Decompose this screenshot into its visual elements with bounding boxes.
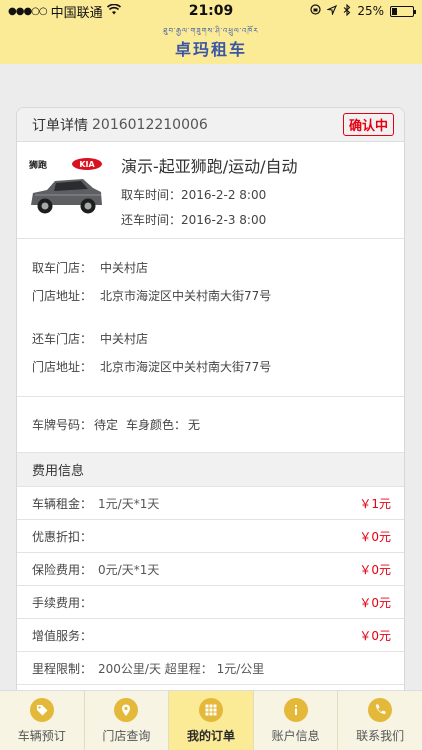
bluetooth-icon — [343, 3, 351, 19]
tab-tag[interactable]: 车辆预订 — [0, 691, 85, 750]
fee-row: 优惠折扣： ￥0元 — [17, 520, 404, 553]
orientation-lock-icon — [310, 4, 321, 18]
fee-amount: ￥0元 — [359, 562, 391, 577]
car-color-value: 无 — [188, 418, 201, 432]
plate-value: 待定 — [94, 418, 119, 432]
car-image: 狮跑 KIA — [25, 155, 107, 225]
fee-list: 车辆租金： 1元/天*1天 ￥1元 优惠折扣： ￥0元 保险费用： 0元/天*1天 ￥0元 手续… — [17, 487, 404, 718]
return-store-value: 中关村店 — [100, 332, 149, 346]
fee-detail: 200公里/天 超里程： 1元/公里 — [98, 661, 265, 676]
signal-strength-icon: ●●●○○ — [8, 5, 48, 17]
tab-label: 我的订单 — [186, 728, 235, 743]
grid-icon — [198, 697, 223, 722]
pickup-address-value: 北京市海淀区中关村南大街77号 — [100, 289, 272, 303]
return-address-label: 门店地址： — [32, 360, 93, 374]
tab-label: 联系我们 — [356, 728, 405, 743]
pickup-address-label: 门店地址： — [32, 289, 93, 303]
fee-label: 车辆租金： — [32, 496, 93, 511]
fee-row: 车辆租金： 1元/天*1天 ￥1元 — [17, 487, 404, 520]
location-arrow-icon — [326, 4, 338, 18]
tab-location-pin[interactable]: 门店查询 — [85, 691, 170, 750]
fee-row: 手续费用： ￥0元 — [17, 586, 404, 619]
car-brand-cn: 狮跑 — [28, 159, 47, 171]
app-header: ཐུབ་རྒྱལ་གཟུགས་ཤི་འཕྲུལ་འཁོར 卓玛租车 — [0, 22, 422, 64]
carrier-label: 中国联通 — [50, 5, 103, 21]
order-detail-card: 订单详情 2016012210006 确认中 狮跑 KIA 演示-起亚狮跑/运动… — [16, 107, 405, 747]
pickup-time: 取车时间：2016-2-2 8:00 — [121, 187, 267, 202]
order-detail-label: 订单详情 — [32, 117, 88, 134]
clock: 21:09 — [188, 3, 234, 19]
bottom-tab-bar: 车辆预订 门店查询 我的订单 账户信息 联系我们 — [0, 690, 422, 750]
order-status-badge: 确认中 — [342, 113, 394, 136]
fee-label: 增值服务： — [32, 628, 93, 643]
return-address-value: 北京市海淀区中关村南大街77号 — [100, 360, 272, 374]
fee-amount: ￥0元 — [359, 529, 391, 544]
tab-phone[interactable]: 联系我们 — [338, 691, 422, 750]
fee-label: 手续费用： — [32, 595, 93, 610]
order-number: 2016012210006 — [92, 116, 208, 133]
fee-label: 优惠折扣： — [32, 529, 93, 544]
fee-label: 保险费用： — [32, 562, 93, 577]
wifi-icon — [106, 3, 121, 19]
status-bar: ●●●○○ 中国联通 21:09 25% — [0, 0, 422, 22]
order-header: 订单详情 2016012210006 确认中 — [17, 108, 404, 142]
battery-percent: 25% — [357, 4, 384, 18]
plate-info: 车牌号码： 待定 车身颜色： 无 — [17, 397, 404, 453]
fee-label: 里程限制： — [32, 661, 93, 676]
tab-info[interactable]: 账户信息 — [254, 691, 339, 750]
fee-amount: ￥1元 — [359, 496, 391, 511]
fee-detail: 1元/天*1天 — [98, 496, 160, 511]
info-icon — [283, 697, 308, 722]
fee-row: 里程限制： 200公里/天 超里程： 1元/公里 — [17, 652, 404, 685]
pickup-store-label: 取车门店： — [32, 261, 93, 275]
car-brand-logo: KIA — [79, 160, 95, 169]
tab-grid[interactable]: 我的订单 — [169, 691, 254, 750]
car-summary: 狮跑 KIA 演示-起亚狮跑/运动/自动 取车时间：2016-2-2 8:00 … — [17, 142, 404, 239]
tag-icon — [29, 697, 54, 722]
tab-label: 账户信息 — [271, 728, 320, 743]
battery-icon — [389, 5, 416, 17]
car-color-label: 车身颜色： — [126, 418, 187, 432]
return-store-label: 还车门店： — [32, 332, 93, 346]
fee-detail: 0元/天*1天 — [98, 562, 160, 577]
car-model-name: 演示-起亚狮跑/运动/自动 — [121, 156, 298, 176]
fee-row: 保险费用： 0元/天*1天 ￥0元 — [17, 553, 404, 586]
fee-row: 增值服务： ￥0元 — [17, 619, 404, 652]
fee-amount: ￥0元 — [359, 595, 391, 610]
fee-amount: ￥0元 — [359, 628, 391, 643]
return-time: 还车时间：2016-2-3 8:00 — [121, 212, 267, 227]
store-info: 取车门店： 中关村店 门店地址： 北京市海淀区中关村南大街77号 还车门店： 中… — [17, 239, 404, 397]
app-logo: 卓玛租车 — [174, 39, 247, 59]
location-pin-icon — [114, 697, 139, 722]
pickup-store-value: 中关村店 — [100, 261, 149, 275]
fee-section-title: 费用信息 — [17, 453, 404, 487]
phone-icon — [368, 697, 393, 722]
tab-label: 车辆预订 — [17, 728, 66, 743]
logo-tibetan-text: ཐུབ་རྒྱལ་གཟུགས་ཤི་འཕྲུལ་འཁོར — [163, 26, 259, 35]
plate-label: 车牌号码： — [32, 418, 93, 432]
tab-label: 门店查询 — [102, 728, 151, 743]
